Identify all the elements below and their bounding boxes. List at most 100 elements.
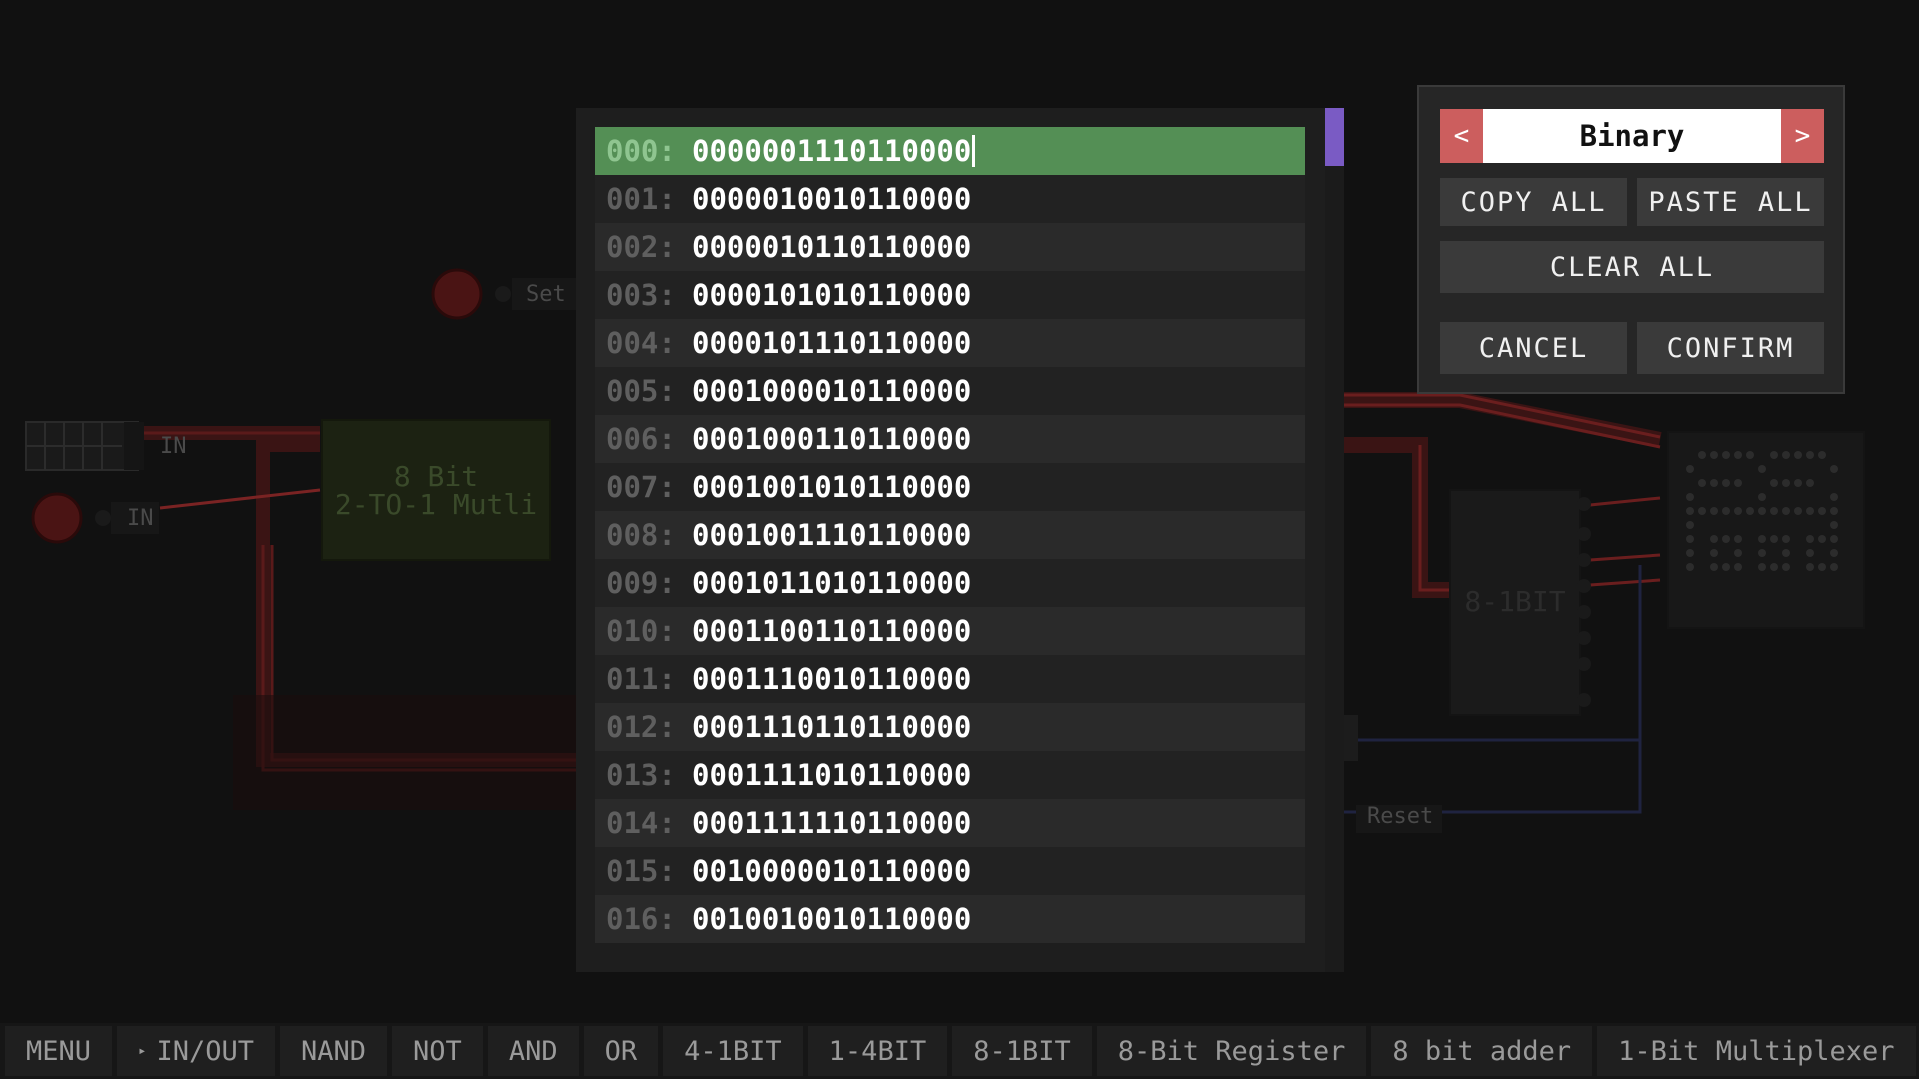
toolbar-item-nand[interactable]: NAND xyxy=(280,1026,388,1076)
toolbar-item-1-4bit[interactable]: 1-4BIT xyxy=(807,1026,948,1076)
led-dot xyxy=(1758,493,1766,501)
led-dot xyxy=(1806,549,1814,557)
memory-row[interactable]: 005: 0001000010110000 xyxy=(595,367,1305,415)
memory-row[interactable]: 014: 0001111110110000 xyxy=(595,799,1305,847)
text-caret xyxy=(972,135,976,167)
led-dot xyxy=(1686,493,1694,501)
memory-row[interactable]: 004: 0000101110110000 xyxy=(595,319,1305,367)
format-next-button[interactable]: > xyxy=(1781,109,1824,163)
memory-row[interactable]: 015: 0010000010110000 xyxy=(595,847,1305,895)
memory-value-field[interactable]: 0001001010110000 xyxy=(692,470,971,504)
memory-row[interactable]: 008: 0001001110110000 xyxy=(595,511,1305,559)
led-dot xyxy=(1722,479,1730,487)
led-dot xyxy=(1710,507,1718,515)
memory-controls-panel: < Binary > COPY ALL PASTE ALL CLEAR ALL … xyxy=(1417,85,1845,394)
memory-value-field[interactable]: 0001111110110000 xyxy=(692,806,971,840)
toolbar-item-8-bit-register[interactable]: 8-Bit Register xyxy=(1096,1026,1367,1076)
memory-row[interactable]: 012: 0001110110110000 xyxy=(595,703,1305,751)
memory-address: 010: xyxy=(606,614,676,648)
memory-value-field[interactable]: 0000101010110000 xyxy=(692,278,971,312)
memory-value-field[interactable]: 0000001110110000 xyxy=(692,134,971,168)
led-dot xyxy=(1770,451,1778,459)
toolbar-item-label: OR xyxy=(604,1035,638,1067)
scrollbar-track[interactable] xyxy=(1325,108,1344,972)
memory-value-field[interactable]: 0010000010110000 xyxy=(692,854,971,888)
led-dot xyxy=(1746,507,1754,515)
clear-all-button[interactable]: CLEAR ALL xyxy=(1440,241,1824,293)
led-dot xyxy=(1722,451,1730,459)
toolbar-item-label: 8 bit adder xyxy=(1392,1035,1572,1067)
memory-value-field[interactable]: 0000010010110000 xyxy=(692,182,971,216)
memory-row[interactable]: 001: 0000010010110000 xyxy=(595,175,1305,223)
led-dot xyxy=(1686,563,1694,571)
led-dot xyxy=(1758,507,1766,515)
copy-all-button[interactable]: COPY ALL xyxy=(1440,178,1627,226)
input-label-bottom: IN xyxy=(127,506,154,531)
memory-address: 005: xyxy=(606,374,676,408)
led-dot xyxy=(1794,479,1802,487)
led-dot xyxy=(1686,535,1694,543)
toolbar-item-and[interactable]: AND xyxy=(487,1026,579,1076)
memory-value-field[interactable]: 0001100110110000 xyxy=(692,614,971,648)
memory-value-field[interactable]: 0001111010110000 xyxy=(692,758,971,792)
memory-address: 000: xyxy=(606,134,676,168)
led-dot xyxy=(1746,451,1754,459)
toolbar-item-or[interactable]: OR xyxy=(583,1026,659,1076)
memory-address: 015: xyxy=(606,854,676,888)
led-dot xyxy=(1686,521,1694,529)
scrollbar-thumb[interactable] xyxy=(1325,108,1344,166)
memory-address: 012: xyxy=(606,710,676,744)
led-dot xyxy=(1830,507,1838,515)
led-dot xyxy=(1830,493,1838,501)
memory-value-field[interactable]: 0010010010110000 xyxy=(692,902,971,936)
led-dot xyxy=(1710,451,1718,459)
toolbar-item-label: 4-1BIT xyxy=(684,1035,782,1067)
led-dot xyxy=(1830,563,1838,571)
toolbar-item-label: IN/OUT xyxy=(156,1035,255,1067)
toolbar-item-in-out[interactable]: ▸ IN/OUT xyxy=(117,1026,276,1076)
memory-value-field[interactable]: 0001011010110000 xyxy=(692,566,971,600)
led-dot xyxy=(1770,563,1778,571)
led-dot xyxy=(1710,479,1718,487)
memory-value-field[interactable]: 0001110110110000 xyxy=(692,710,971,744)
cancel-button[interactable]: CANCEL xyxy=(1440,322,1627,374)
toolbar-item-not[interactable]: NOT xyxy=(392,1026,483,1076)
memory-value-field[interactable]: 0001000110110000 xyxy=(692,422,971,456)
memory-row[interactable]: 000: 0000001110110000 xyxy=(595,127,1305,175)
confirm-button[interactable]: CONFIRM xyxy=(1637,322,1824,374)
led-dot xyxy=(1782,563,1790,571)
format-prev-button[interactable]: < xyxy=(1440,109,1483,163)
memory-row[interactable]: 006: 0001000110110000 xyxy=(595,415,1305,463)
led-dot xyxy=(1770,507,1778,515)
memory-address: 009: xyxy=(606,566,676,600)
led-dot xyxy=(1818,507,1826,515)
memory-value-field[interactable]: 0001001110110000 xyxy=(692,518,971,552)
led-dot xyxy=(1806,479,1814,487)
memory-value-field[interactable]: 0001000010110000 xyxy=(692,374,971,408)
memory-row[interactable]: 007: 0001001010110000 xyxy=(595,463,1305,511)
input-label-top: IN xyxy=(160,434,187,459)
toolbar-item-menu[interactable]: MENU xyxy=(5,1026,113,1076)
memory-row[interactable]: 003: 0000101010110000 xyxy=(595,271,1305,319)
led-dot xyxy=(1770,479,1778,487)
led-dot xyxy=(1794,507,1802,515)
paste-all-button[interactable]: PASTE ALL xyxy=(1637,178,1824,226)
led-dot xyxy=(1758,563,1766,571)
memory-row[interactable]: 016: 0010010010110000 xyxy=(595,895,1305,943)
toolbar-item-8-1bit[interactable]: 8-1BIT xyxy=(952,1026,1092,1076)
memory-value-field[interactable]: 0001110010110000 xyxy=(692,662,971,696)
toolbar-item-8-bit-adder[interactable]: 8 bit adder xyxy=(1371,1026,1593,1076)
toolbar-item-4-1bit[interactable]: 4-1BIT xyxy=(663,1026,803,1076)
led-dot xyxy=(1830,549,1838,557)
memory-row[interactable]: 013: 0001111010110000 xyxy=(595,751,1305,799)
memory-value-field[interactable]: 0000101110110000 xyxy=(692,326,971,360)
format-selector: < Binary > xyxy=(1440,109,1824,163)
memory-value-field[interactable]: 0000010110110000 xyxy=(692,230,971,264)
memory-row[interactable]: 009: 0001011010110000 xyxy=(595,559,1305,607)
memory-row[interactable]: 010: 0001100110110000 xyxy=(595,607,1305,655)
led-dot xyxy=(1794,451,1802,459)
memory-row[interactable]: 011: 0001110010110000 xyxy=(595,655,1305,703)
toolbar-item-1-bit-multiplexer[interactable]: 1-Bit Multiplexer xyxy=(1597,1026,1916,1076)
memory-row[interactable]: 002: 0000010110110000 xyxy=(595,223,1305,271)
led-dot xyxy=(1686,507,1694,515)
